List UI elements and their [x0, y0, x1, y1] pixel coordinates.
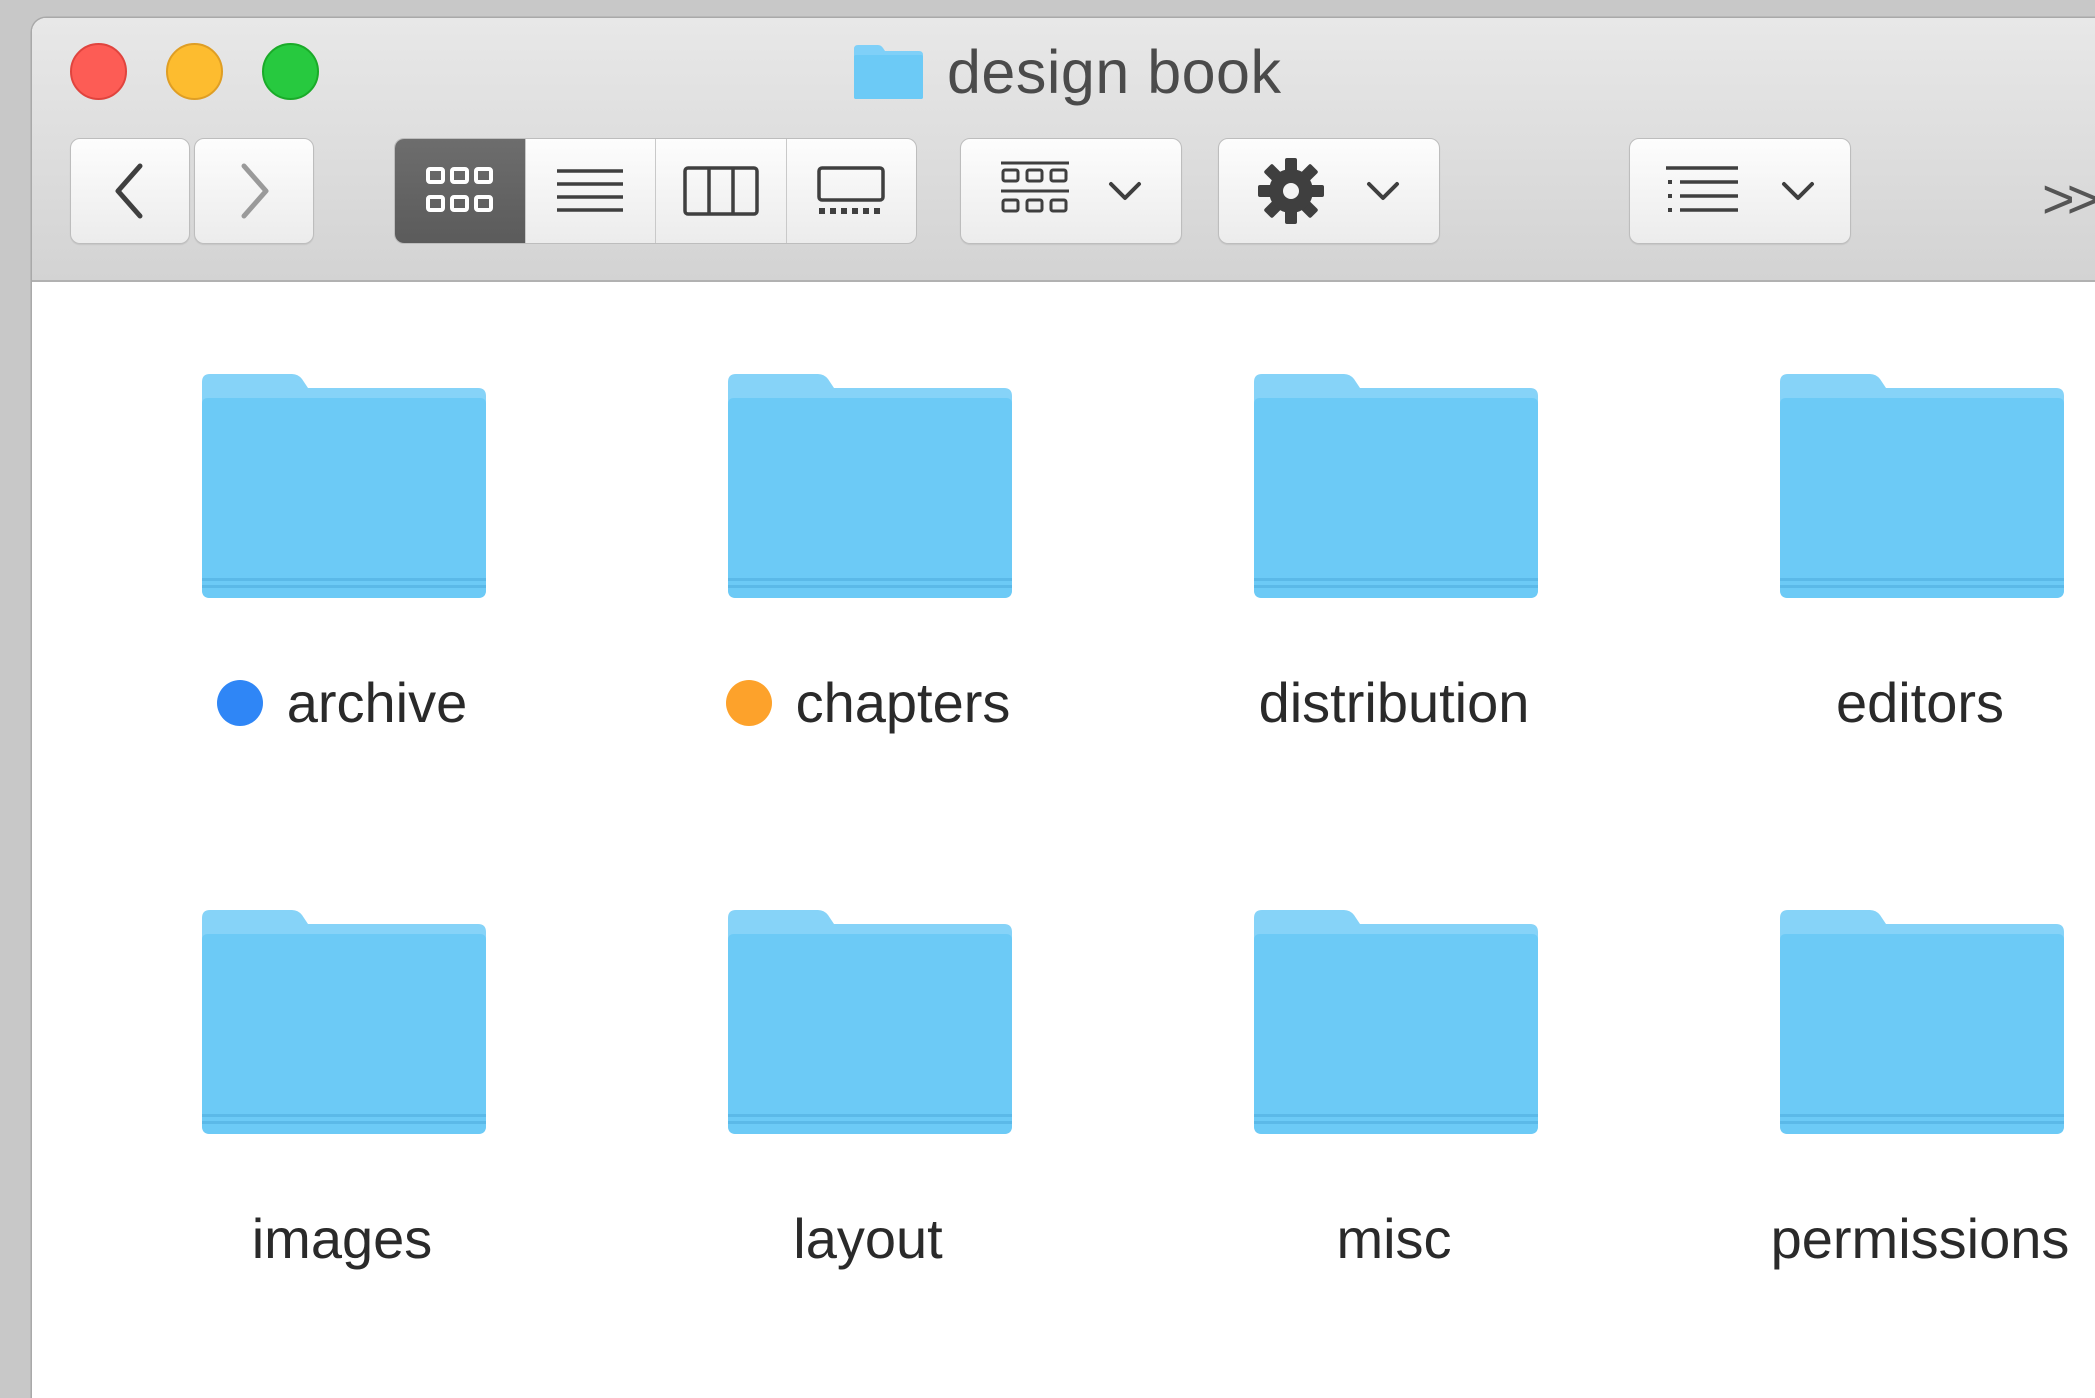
icon-view-button[interactable]	[395, 139, 525, 243]
folder-item-editors[interactable]: editors	[1680, 372, 2095, 832]
gear-icon	[1258, 158, 1324, 224]
folder-icon	[728, 910, 1012, 1134]
column-view-button[interactable]	[655, 139, 786, 243]
chevron-down-icon	[1367, 182, 1399, 200]
folder-label: archive	[102, 670, 582, 735]
view-mode-control	[394, 138, 917, 244]
folder-icon	[1254, 374, 1538, 598]
folder-name: editors	[1835, 671, 2005, 734]
folder-icon	[1780, 910, 2064, 1134]
icon-grid-icon	[425, 167, 493, 212]
list-view-button[interactable]	[524, 139, 656, 243]
folder-item-distribution[interactable]: distribution	[1154, 372, 1634, 832]
close-button[interactable]	[70, 43, 127, 100]
folder-item-misc[interactable]: misc	[1154, 908, 1634, 1368]
folder-item-layout[interactable]: layout	[628, 908, 1108, 1368]
icon-grid: archive chapters distribution editors im…	[32, 282, 2095, 1398]
folder-name: images	[251, 1207, 433, 1270]
folder-name: distribution	[1258, 671, 1530, 734]
folder-label: misc	[1154, 1206, 1634, 1271]
gallery-icon	[817, 166, 885, 214]
folder-label: chapters	[628, 670, 1108, 735]
arrange-list-icon	[1666, 166, 1738, 212]
gallery-view-button[interactable]	[785, 139, 917, 243]
finder-window: design book >> archive chapters distribu…	[32, 18, 2095, 1398]
folder-item-chapters[interactable]: chapters	[628, 372, 1108, 832]
group-grid-icon	[1001, 161, 1069, 213]
folder-name: permissions	[1770, 1207, 2070, 1270]
window-title-text: design book	[947, 38, 1282, 106]
folder-icon	[1254, 910, 1538, 1134]
folder-icon	[728, 374, 1012, 598]
list-lines-icon	[557, 169, 624, 212]
folder-label: distribution	[1154, 670, 1634, 735]
folder-item-images[interactable]: images	[102, 908, 582, 1368]
arrange-button[interactable]	[1629, 138, 1851, 244]
folder-name: archive	[286, 671, 468, 734]
orange-tag-dot	[725, 679, 772, 726]
folder-label: images	[102, 1206, 582, 1271]
folder-label: permissions	[1680, 1206, 2095, 1271]
folder-item-permissions[interactable]: permissions	[1680, 908, 2095, 1368]
folder-icon	[202, 910, 486, 1134]
zoom-button[interactable]	[262, 43, 319, 100]
folder-label: editors	[1680, 670, 2095, 735]
chevron-right-icon	[241, 163, 269, 219]
columns-icon	[683, 166, 759, 216]
forward-button[interactable]	[194, 138, 314, 244]
folder-icon	[1780, 374, 2064, 598]
window-title: design book	[852, 36, 1281, 108]
minimize-button[interactable]	[166, 43, 223, 100]
back-button[interactable]	[70, 138, 190, 244]
toolbar-overflow-button[interactable]: >>	[2042, 166, 2095, 231]
folder-item-archive[interactable]: archive	[102, 372, 582, 832]
chevron-down-icon	[1782, 182, 1814, 200]
folder-icon	[202, 374, 486, 598]
action-button[interactable]	[1218, 138, 1440, 244]
folder-name: chapters	[795, 671, 1011, 734]
chevron-left-icon	[115, 163, 143, 219]
folder-label: layout	[628, 1206, 1108, 1271]
folder-name: layout	[793, 1207, 943, 1270]
folder-name: misc	[1336, 1207, 1452, 1270]
toolbar: design book >>	[32, 18, 2095, 282]
blue-tag-dot	[216, 679, 263, 726]
folder-icon	[854, 45, 923, 99]
group-by-button[interactable]	[960, 138, 1182, 244]
chevron-down-icon	[1109, 182, 1141, 200]
